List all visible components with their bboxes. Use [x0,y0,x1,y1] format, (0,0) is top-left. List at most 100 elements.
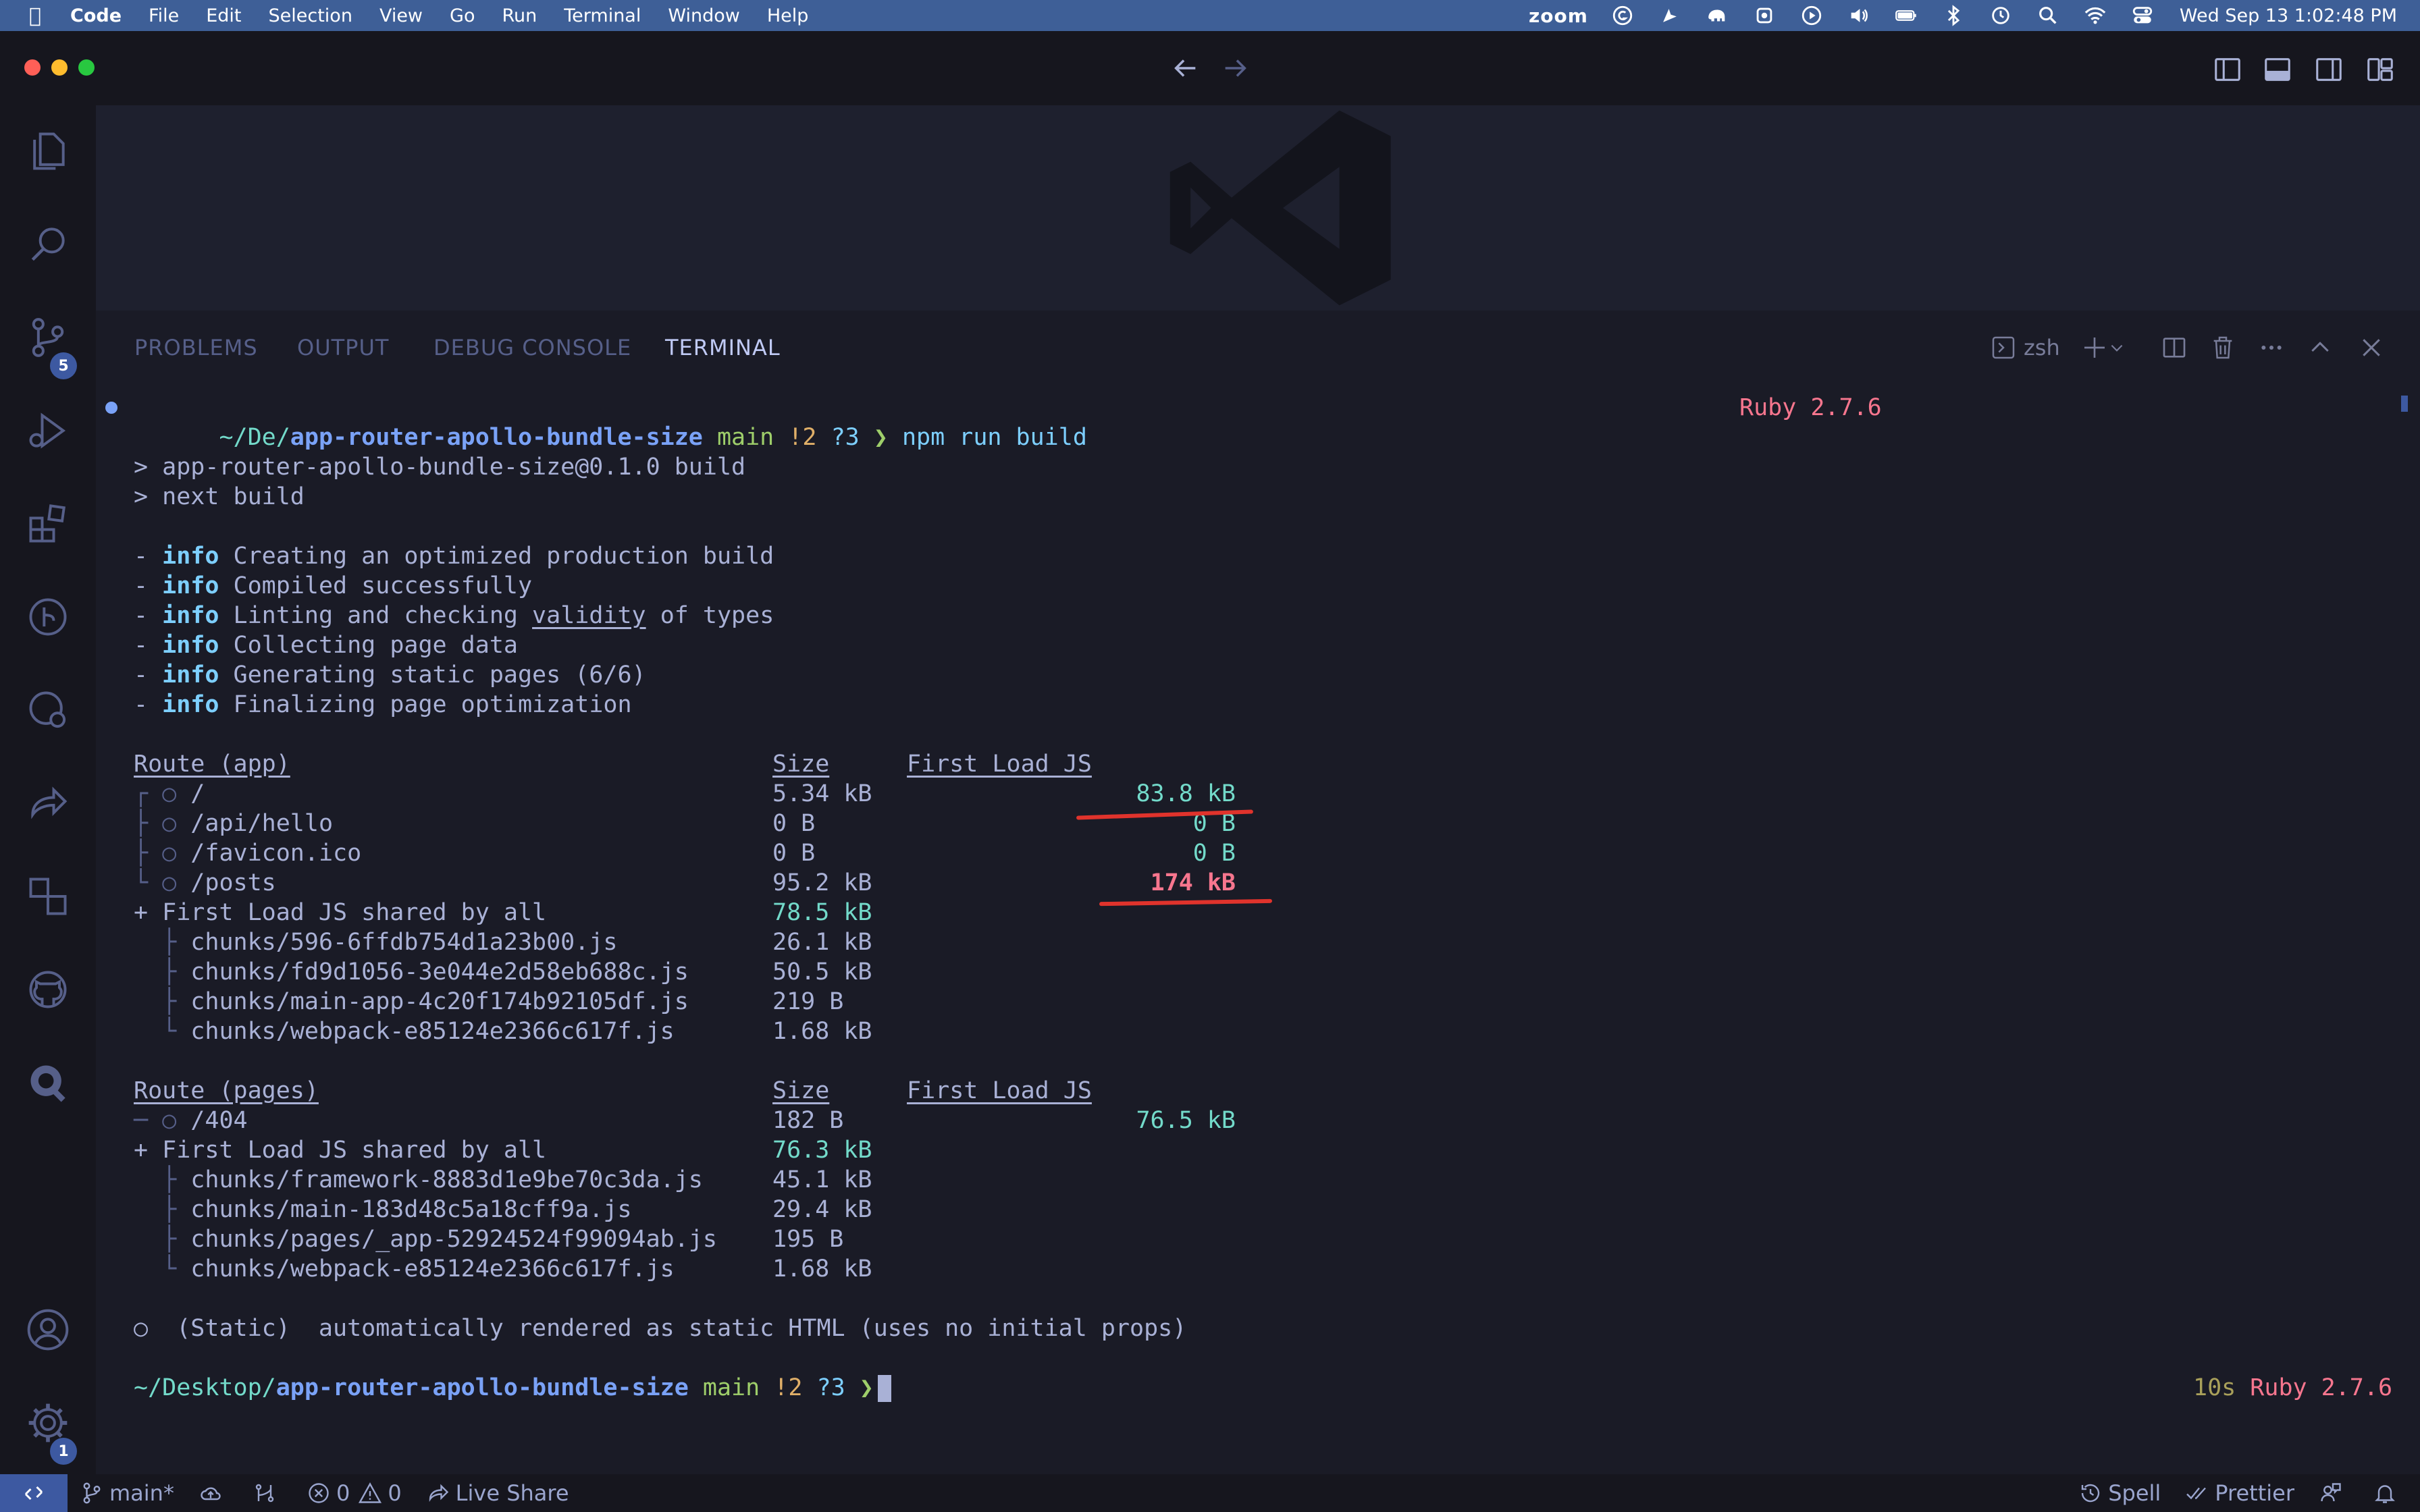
problems-status[interactable]: 0 0 [294,1474,414,1512]
feedback-button[interactable] [2307,1474,2361,1512]
volume-icon[interactable] [1835,0,1883,31]
chunk-row: ├ chunks/fd9d1056-3e044e2d58eb688c.js [134,959,689,986]
more-actions-button[interactable] [2258,331,2285,364]
route-path: /404 [190,1107,248,1134]
close-window-button[interactable] [24,59,41,76]
apollo-icon[interactable] [24,1058,72,1107]
close-panel-button[interactable] [2358,331,2385,364]
warning-count: 0 [388,1480,402,1506]
live-share-icon[interactable] [24,779,72,828]
prompt-status-modified: !2 [788,424,817,451]
prompt-arrow: ❯ [859,1374,874,1401]
toggle-secondary-sidebar-icon[interactable] [2313,54,2344,85]
accounts-icon[interactable] [24,1305,72,1354]
build-info-line: - info Collecting page data [134,632,518,659]
minimize-window-button[interactable] [51,59,68,76]
menu-bar-clock[interactable]: Wed Sep 13 1:02:48 PM [2166,5,2397,26]
chunk-row: ├ chunks/596-6ffdb754d1a23b00.js [134,929,618,956]
prettier-button[interactable]: Prettier [2173,1474,2307,1512]
explorer-files-icon[interactable] [24,127,72,176]
table-header-size: Size [772,1077,830,1104]
typed-command: npm run build [901,424,1087,451]
prompt-ruby-version: Ruby 2.7.6 [2250,1374,2393,1401]
prompt-path-dir: app-router-apollo-bundle-size [290,424,703,451]
bluetooth-icon[interactable] [1930,0,1977,31]
maximize-panel-button[interactable] [2307,331,2334,364]
menu-file[interactable]: File [135,5,192,26]
git-branch-status[interactable]: main* [68,1474,186,1512]
grammarly-icon[interactable] [1599,0,1646,31]
menu-terminal[interactable]: Terminal [550,5,654,26]
wifi-icon[interactable] [2072,0,2119,31]
command-decoration-dot[interactable] [105,402,117,414]
validity-link[interactable]: validity [532,602,646,629]
git-graph-icon[interactable] [24,593,72,641]
terminal-profile-zsh[interactable]: zsh [1990,331,2060,364]
control-center-icon[interactable] [2119,0,2166,31]
kill-terminal-button[interactable] [2209,331,2236,364]
menu-view[interactable]: View [366,5,436,26]
remote-explorer-icon[interactable] [24,686,72,734]
bell-icon [2375,1485,2395,1503]
publish-branch-button[interactable] [186,1474,240,1512]
tab-output[interactable]: OUTPUT [297,335,389,360]
apple-menu-icon[interactable]:  [14,4,57,28]
menu-run[interactable]: Run [488,5,550,26]
static-legend: ○ (Static) automatically rendered as sta… [134,1315,1187,1342]
prompt-status-modified: !2 [774,1374,803,1401]
zoom-window-button[interactable] [78,59,95,76]
zoom-tray-label[interactable]: zoom [1518,5,1599,27]
split-terminal-button[interactable] [2161,331,2188,364]
activity-bar: 5 1 [0,105,96,1474]
elephant-icon[interactable] [1693,0,1741,31]
menu-go[interactable]: Go [436,5,488,26]
editor-empty-area[interactable] [96,105,2420,310]
run-and-debug-icon[interactable] [24,406,72,455]
cleanshot-icon[interactable] [1646,0,1693,31]
tab-terminal[interactable]: TERMINAL [665,335,781,360]
vscode-logo-watermark-icon [1169,110,1391,306]
terminal-cursor[interactable] [877,1375,891,1402]
menu-window[interactable]: Window [654,5,753,26]
time-machine-icon[interactable] [1977,0,2024,31]
live-share-status-button[interactable]: Live Share [414,1474,581,1512]
menu-help[interactable]: Help [754,5,822,26]
toggle-panel-icon[interactable] [2262,54,2293,85]
arrow-right-icon[interactable] [1219,53,1253,84]
chip-icon[interactable] [1741,0,1788,31]
arrow-left-icon[interactable] [1168,53,1202,84]
menu-edit[interactable]: Edit [192,5,255,26]
table-row: └ ○ /posts [134,869,276,896]
notifications-button[interactable] [2361,1474,2420,1512]
terminal-output[interactable]: ~/De/app-router-apollo-bundle-size main … [105,393,2393,1459]
route-size: 5.34 kB [772,780,872,807]
play-circle-icon[interactable] [1788,0,1835,31]
tab-debug-console[interactable]: DEBUG CONSOLE [433,335,631,360]
customize-layout-icon[interactable] [2365,54,2396,85]
github-icon[interactable] [24,965,72,1014]
build-info-line: - info Linting and checking validity of … [134,602,774,629]
chunk-size: 1.68 kB [772,1018,872,1045]
remote-indicator-button[interactable] [0,1474,68,1512]
shared-by-all-size: 76.3 kB [772,1137,872,1164]
terminal-scrollbar-thumb[interactable] [2401,396,2408,412]
menu-selection[interactable]: Selection [255,5,366,26]
shared-by-all-label: + First Load JS shared by all [134,899,547,926]
git-graph-status-button[interactable] [240,1474,294,1512]
shared-by-all-size: 78.5 kB [772,899,872,926]
route-first-load: 0 B [1192,840,1236,867]
route-size: 182 B [772,1107,844,1134]
spotlight-search-icon[interactable] [2024,0,2072,31]
new-terminal-button[interactable] [2081,331,2126,364]
prompt-path-dir: app-router-apollo-bundle-size [275,1374,689,1401]
remote-explorer-boxes-icon[interactable] [24,872,72,921]
status-bar: main* 0 0 Live Share Spell Prettier [0,1474,2420,1512]
spell-checker-button[interactable]: Spell [2066,1474,2173,1512]
tab-problems[interactable]: PROBLEMS [134,335,258,360]
remote-icon [24,1486,43,1501]
toggle-primary-sidebar-icon[interactable] [2212,54,2243,85]
menu-app-name[interactable]: Code [57,5,135,26]
search-icon[interactable] [24,220,72,269]
extensions-icon[interactable] [24,500,72,548]
battery-icon[interactable] [1883,0,1930,31]
